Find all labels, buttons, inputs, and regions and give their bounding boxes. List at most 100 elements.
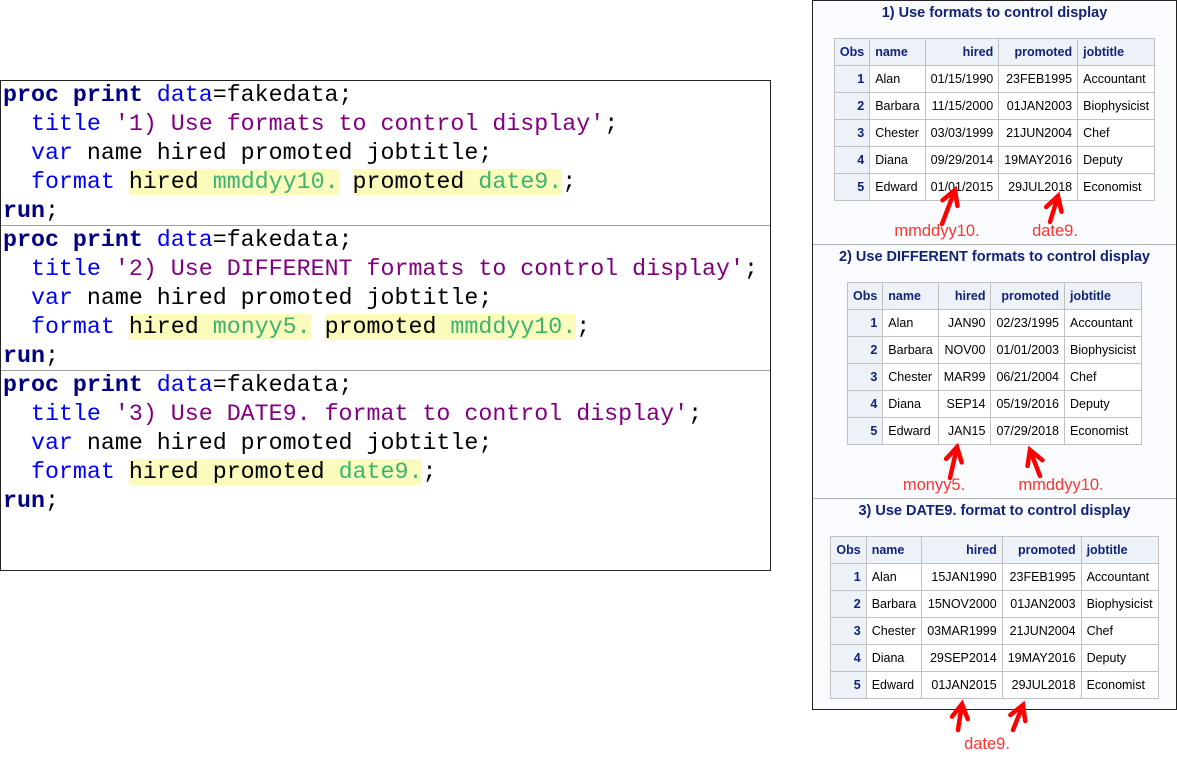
header-row: Obs name hired promoted jobtitle (846, 282, 1143, 310)
table-cell: 06/21/2004 (990, 363, 1066, 391)
table-cell: Barbara (882, 336, 939, 364)
table-cell: Diana (882, 390, 939, 418)
table-cell: 2 (833, 92, 871, 120)
code-token: title (30, 111, 101, 137)
highlighted-format: hired mmddyy10. (128, 169, 339, 195)
table-row: 4 Diana SEP14 05/19/2016 Deputy (846, 390, 1143, 418)
table-cell: 03/03/1999 (924, 119, 1000, 147)
code-token: ; (688, 401, 703, 427)
output-section: 3) Use DATE9. format to control display O… (813, 499, 1176, 709)
column-header: name (865, 536, 923, 564)
code-token: ; (44, 488, 59, 514)
output-table: Obs name hired promoted jobtitle 1 Alan 15JAN19… (830, 536, 1159, 699)
column-header: promoted (1001, 536, 1082, 564)
table-cell: 23FEB1995 (1001, 563, 1082, 591)
sas-code-editor: proc print data=fakedata; title '1) Use … (0, 80, 771, 571)
code-block: proc print data=fakedata; title '2) Use … (1, 226, 770, 371)
code-token: name hired promoted jobtitle; (72, 285, 493, 311)
code-token: run (3, 488, 45, 514)
table-row: 1 Alan 15JAN1990 23FEB1995 Accountant (830, 563, 1159, 591)
table-cell: 15JAN1990 (921, 563, 1003, 591)
code-token: ; (44, 343, 59, 369)
code-token: promoted (324, 314, 451, 340)
table-cell: 29JUL2018 (998, 173, 1079, 201)
code-line: format hired monyy5. promoted mmddyy10.; (1, 313, 770, 342)
column-header: Obs (846, 282, 884, 310)
code-token: format (30, 169, 115, 195)
table-cell: Economist (1080, 671, 1159, 699)
table-cell: Alan (865, 563, 923, 591)
table-row: 4 Diana 09/29/2014 19MAY2016 Deputy (833, 146, 1156, 174)
table-cell: Chester (869, 119, 926, 147)
table-cell: Edward (869, 173, 926, 201)
code-token: ; (576, 314, 591, 340)
table-cell: Barbara (865, 590, 923, 618)
output-title: 2) Use DIFFERENT formats to control disp… (839, 249, 1150, 265)
code-token: ; (743, 256, 758, 282)
code-token: ; (44, 198, 59, 224)
column-header: hired (921, 536, 1003, 564)
code-token: monyy5. (212, 314, 311, 340)
table-row: 5 Edward 01/01/2015 29JUL2018 Economist (833, 173, 1156, 201)
code-token: date9. (478, 169, 563, 195)
code-token: proc (3, 372, 59, 398)
table-cell: 11/15/2000 (924, 92, 1000, 120)
annotation-label: monyy5. (902, 476, 966, 494)
code-token: ; (562, 169, 577, 195)
table-cell: 1 (830, 563, 867, 591)
table-cell: NOV00 (937, 336, 992, 364)
column-header: jobtitle (1077, 38, 1156, 66)
code-token: format (30, 314, 115, 340)
code-token: title (30, 401, 101, 427)
table-cell: Chef (1080, 617, 1159, 645)
table-row: 3 Chester 03MAR1999 21JUN2004 Chef (830, 617, 1159, 645)
table-cell: 2 (830, 590, 867, 618)
table-cell: MAR99 (937, 363, 992, 391)
table-cell: SEP14 (937, 390, 992, 418)
code-line: run; (1, 342, 770, 371)
code-token: ; (422, 459, 437, 485)
code-token: '3) Use DATE9. format to control display… (114, 401, 689, 427)
highlighted-format: promoted mmddyy10. (324, 314, 577, 340)
column-header: name (882, 282, 939, 310)
table-cell: Chef (1077, 119, 1156, 147)
table-cell: 4 (830, 644, 867, 672)
code-token: data (156, 372, 213, 398)
table-cell: 29JUL2018 (1001, 671, 1082, 699)
code-token: ; (604, 111, 619, 137)
code-block: proc print data=fakedata; title '3) Use … (1, 371, 770, 516)
code-line: var name hired promoted jobtitle; (1, 139, 770, 168)
code-line: run; (1, 197, 770, 226)
annotation-label: mmddyy10. (894, 222, 980, 240)
code-token: name hired promoted jobtitle; (72, 430, 493, 456)
code-token: mmddyy10. (450, 314, 577, 340)
table-cell: 3 (833, 119, 871, 147)
column-header: name (869, 38, 926, 66)
table-row: 4 Diana 29SEP2014 19MAY2016 Deputy (830, 644, 1159, 672)
code-line: title '3) Use DATE9. format to control d… (1, 400, 770, 429)
table-cell: 01/01/2015 (924, 173, 1000, 201)
table-cell: 3 (846, 363, 884, 391)
code-line: proc print data=fakedata; (1, 81, 770, 110)
code-block: proc print data=fakedata; title '1) Use … (1, 81, 770, 226)
table-row: 3 Chester MAR99 06/21/2004 Chef (846, 363, 1143, 391)
code-token: print (72, 372, 143, 398)
highlighted-format: hired monyy5. (128, 314, 311, 340)
table-cell: 15NOV2000 (921, 590, 1003, 618)
table-cell: Deputy (1077, 146, 1156, 174)
code-line: proc print data=fakedata; (1, 371, 770, 400)
code-token: run (3, 198, 45, 224)
